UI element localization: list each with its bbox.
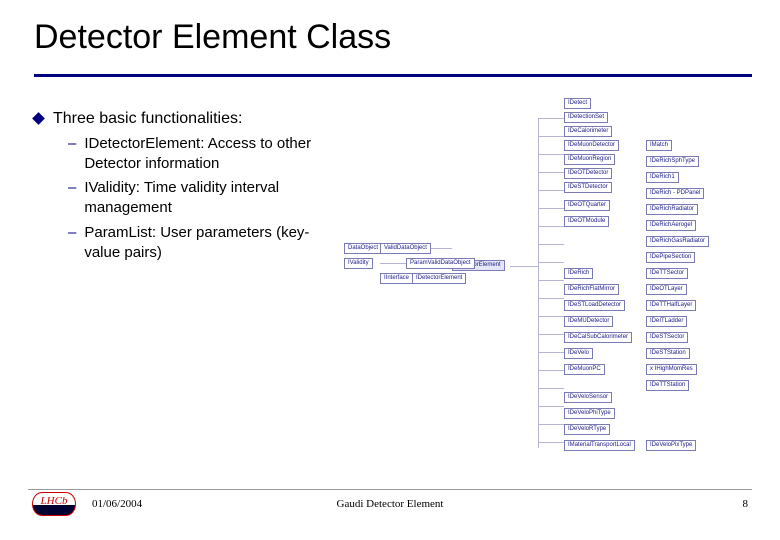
diagram-edge xyxy=(538,190,564,191)
diagram-node: IDeTTStation xyxy=(646,380,689,391)
title-underline xyxy=(34,74,752,77)
diagram-node: IDeRich xyxy=(564,268,593,279)
diagram-node: IDeVeloRType xyxy=(564,424,610,435)
diagram-edge xyxy=(538,136,564,137)
diagram-node: IDeRichFlatMirror xyxy=(564,284,619,295)
dash-icon: – xyxy=(68,223,76,243)
diagram-node: IDetectionSet xyxy=(564,112,608,123)
diagram-node: IDeVeloSensor xyxy=(564,392,612,403)
diagram-node: IDeMuonRegion xyxy=(564,154,615,165)
dash-icon: – xyxy=(68,134,76,154)
diagram-edge xyxy=(538,442,564,443)
dash-icon: – xyxy=(68,178,76,198)
diagram-node: IDeOTLayer xyxy=(646,284,687,295)
diagram-edge xyxy=(538,172,564,173)
diagram-node: IDeCalorimeter xyxy=(564,126,612,137)
diagram-edge xyxy=(538,388,564,389)
diagram-node: IDeRichRadiator xyxy=(646,204,698,215)
diagram-edge xyxy=(538,352,564,353)
diagram-node: IDeSTDetector xyxy=(564,182,612,193)
sub-bullet-text: IDetectorElement: Access to other Detect… xyxy=(84,134,334,175)
diagram-edge xyxy=(510,266,538,267)
diagram-edge xyxy=(538,334,564,335)
diagram-node: IDeTTHalfLayer xyxy=(646,300,696,311)
bullet-text: Three basic functionalities: xyxy=(53,108,242,130)
diagram-edge xyxy=(538,118,539,448)
footer-title: Gaudi Detector Element xyxy=(0,498,780,510)
diagram-node: IDeVelo xyxy=(564,348,593,359)
diagram-node: IDeMUDetector xyxy=(564,316,613,327)
diagram-node: IMaterialTransportLocal xyxy=(564,440,635,451)
diagram-edge xyxy=(538,424,564,425)
slide: Detector Element Class Three basic funct… xyxy=(0,0,780,540)
diagram-edge xyxy=(538,406,564,407)
diagram-node: ParamValidDataObject xyxy=(406,258,475,269)
diagram-node: IDeMuonPC xyxy=(564,364,605,375)
diagram-node: ValidDataObject xyxy=(380,243,431,254)
diagram-node: IDeMuonDetector xyxy=(564,140,619,151)
diagram-node: IInterface xyxy=(380,273,413,284)
diagram-node: IDeSTStation xyxy=(646,348,690,359)
diagram-node: IDeSTSector xyxy=(646,332,688,343)
sub-bullet-item: – IValidity: Time validity interval mana… xyxy=(68,178,334,219)
sub-bullet-item: – ParamList: User parameters (key-value … xyxy=(68,223,334,264)
diagram-edge xyxy=(538,316,564,317)
diagram-node: IDeTTSector xyxy=(646,268,688,279)
diagram-node: IDeCalSubCalorimeter xyxy=(564,332,632,343)
footer-page-number: 8 xyxy=(743,498,749,510)
diagram-node: IDeITLadder xyxy=(646,316,687,327)
text-column: Three basic functionalities: – IDetector… xyxy=(34,108,334,267)
sub-bullet-item: – IDetectorElement: Access to other Dete… xyxy=(68,134,334,175)
diagram-node: x IHighMomRes xyxy=(646,364,697,375)
diagram-edge xyxy=(538,154,564,155)
diagram-node: IDetectorElement xyxy=(412,273,466,284)
bullet-item: Three basic functionalities: xyxy=(34,108,334,130)
footer-line xyxy=(28,489,752,490)
bullet-icon xyxy=(32,112,45,125)
diagram-node: IDeOTModule xyxy=(564,216,609,227)
diagram-node: IDeRich - PDPanel xyxy=(646,188,704,199)
diagram-node: IDeOTQuarter xyxy=(564,200,610,211)
diagram-node: IDeRichAerogel xyxy=(646,220,696,231)
diagram-node: IDeVeloPixType xyxy=(646,440,696,451)
diagram-node: IDeRichSphType xyxy=(646,156,699,167)
diagram-node: IDeOTDetector xyxy=(564,168,612,179)
diagram-edge xyxy=(538,262,564,263)
diagram-node: IDeRich1 xyxy=(646,172,679,183)
diagram-node: IValidity xyxy=(344,258,373,269)
diagram-node: IDeRichGasRadiator xyxy=(646,236,709,247)
diagram-edge xyxy=(538,118,564,119)
diagram-node: IDePipeSection xyxy=(646,252,695,263)
diagram-edge xyxy=(538,226,564,227)
diagram-edge xyxy=(538,208,564,209)
diagram-edge xyxy=(538,244,564,245)
diagram-node: DataObject xyxy=(344,243,382,254)
diagram-node: IDetect xyxy=(564,98,591,109)
diagram-edge xyxy=(538,370,564,371)
slide-body: Three basic functionalities: – IDetector… xyxy=(34,108,752,267)
diagram-edge xyxy=(538,298,564,299)
diagram-edge xyxy=(538,280,564,281)
class-diagram: DetectorElement DataObject IValidity Val… xyxy=(340,108,752,267)
sub-bullet-text: IValidity: Time validity interval manage… xyxy=(84,178,334,219)
diagram-node: IDeVeloPhiType xyxy=(564,408,615,419)
slide-title: Detector Element Class xyxy=(34,18,391,57)
diagram-node: IMatch xyxy=(646,140,672,151)
sub-bullet-list: – IDetectorElement: Access to other Dete… xyxy=(34,134,334,264)
diagram-node: IDeSTLoadDetector xyxy=(564,300,625,311)
sub-bullet-text: ParamList: User parameters (key-value pa… xyxy=(84,223,334,264)
